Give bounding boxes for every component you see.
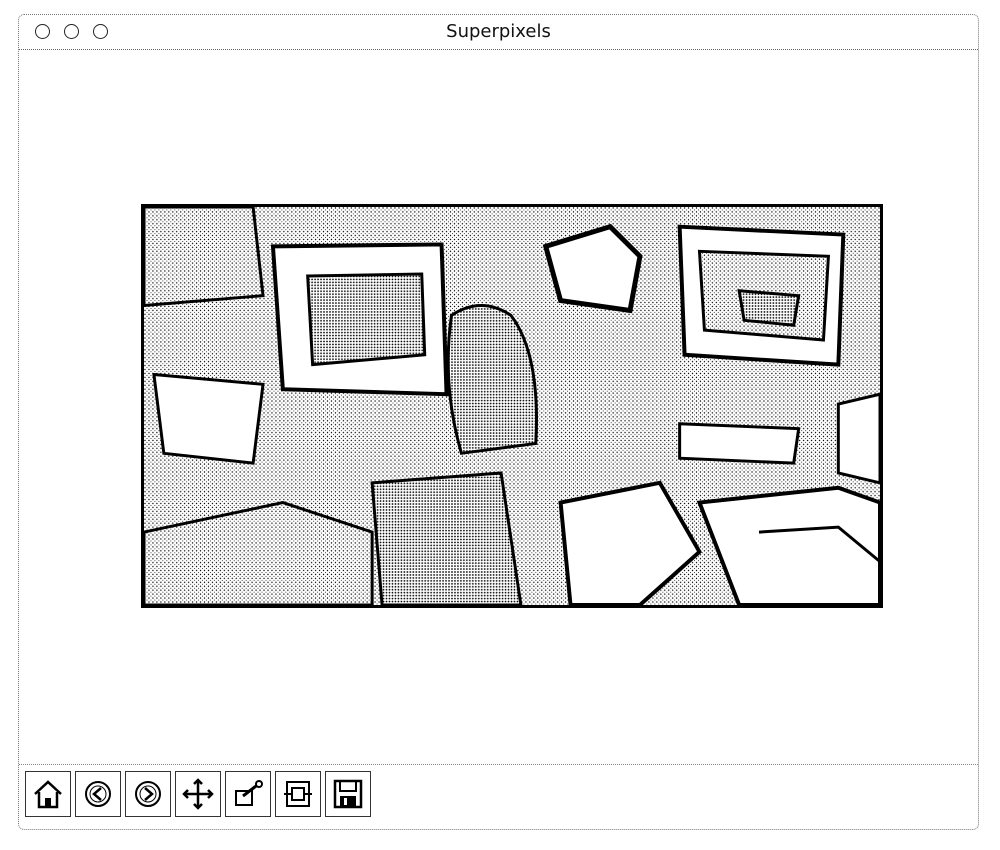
subplots-icon <box>284 781 312 807</box>
home-icon <box>34 780 62 809</box>
app-window: Superpixels <box>18 14 979 830</box>
zoom-button[interactable] <box>225 771 271 817</box>
toolbar-divider <box>19 764 978 765</box>
save-icon <box>333 779 363 809</box>
back-icon <box>85 781 111 807</box>
forward-button[interactable] <box>125 771 171 817</box>
title-bar: Superpixels <box>19 15 978 50</box>
superpixel-image-graphic <box>144 207 880 605</box>
zoom-icon <box>235 780 263 806</box>
forward-icon <box>135 781 161 807</box>
navigation-toolbar <box>25 771 371 821</box>
subplots-button[interactable] <box>275 771 321 817</box>
window-title: Superpixels <box>446 21 551 42</box>
pan-icon <box>182 778 214 810</box>
save-button[interactable] <box>325 771 371 817</box>
home-button[interactable] <box>25 771 71 817</box>
pan-button[interactable] <box>175 771 221 817</box>
back-button[interactable] <box>75 771 121 817</box>
figure-canvas[interactable] <box>19 50 978 763</box>
superpixel-image <box>141 204 883 608</box>
